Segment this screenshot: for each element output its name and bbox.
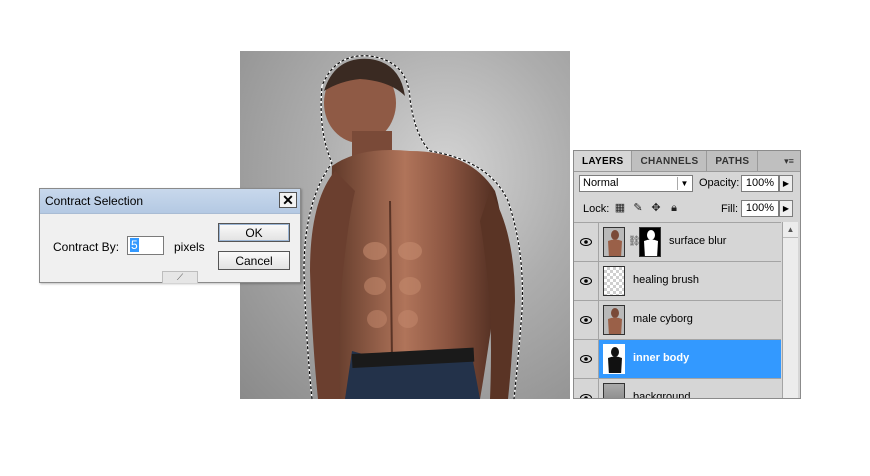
layer-male-cyborg[interactable]: male cyborg: [574, 300, 781, 339]
eye-icon[interactable]: [574, 262, 599, 300]
layers-panel: LAYERS CHANNELS PATHS ▾≡ Normal ▼ Opacit…: [573, 150, 801, 399]
layer-surface-blur[interactable]: ⛓ surface blur: [574, 222, 781, 261]
layer-healing-brush[interactable]: healing brush: [574, 261, 781, 300]
layer-thumbnail: [603, 227, 625, 257]
close-icon[interactable]: ✕: [279, 192, 297, 208]
tab-layers[interactable]: LAYERS: [574, 151, 633, 171]
panel-tabs: LAYERS CHANNELS PATHS ▾≡: [574, 151, 800, 172]
contract-by-value: 5: [130, 238, 139, 252]
opacity-input[interactable]: 100%: [741, 175, 779, 192]
layer-name: male cyborg: [633, 313, 693, 325]
tab-channels[interactable]: CHANNELS: [632, 151, 708, 171]
opacity-label: Opacity:: [699, 177, 740, 189]
layers-list: ⛓ surface blur healing brush male cyborg: [574, 222, 781, 399]
fill-input[interactable]: 100%: [741, 200, 779, 217]
dialog-title: Contract Selection: [40, 189, 300, 214]
scroll-up-icon[interactable]: ▲: [783, 222, 798, 238]
lock-move-icon[interactable]: ✥: [650, 202, 662, 214]
layer-thumbnail: [603, 266, 625, 296]
eye-icon[interactable]: [574, 301, 599, 339]
layer-name: background: [633, 391, 691, 399]
layer-name: inner body: [633, 352, 690, 364]
eye-icon[interactable]: [574, 379, 599, 398]
lock-transparent-icon[interactable]: ▦: [614, 202, 626, 214]
layers-scrollbar[interactable]: ▲: [782, 222, 798, 398]
layer-thumbnail: [603, 305, 625, 335]
layer-thumbnail: [603, 383, 625, 398]
blend-mode-select[interactable]: Normal ▼: [579, 175, 693, 192]
layer-thumbnail: [603, 344, 625, 374]
contract-by-label: Contract By:: [53, 240, 120, 254]
ok-button[interactable]: OK: [218, 223, 290, 242]
lock-paint-icon[interactable]: ✎: [632, 202, 644, 214]
eye-icon[interactable]: [574, 340, 599, 378]
tab-paths[interactable]: PATHS: [707, 151, 759, 171]
lock-label: Lock:: [583, 203, 610, 215]
contract-by-input[interactable]: 5: [127, 236, 164, 255]
opacity-arrow-icon[interactable]: ▶: [779, 175, 793, 192]
unit-label: pixels: [174, 240, 205, 254]
resize-grip-icon[interactable]: ⟋: [162, 271, 198, 283]
blend-mode-value: Normal: [583, 177, 619, 189]
fill-arrow-icon[interactable]: ▶: [779, 200, 793, 217]
contract-selection-dialog: Contract Selection ✕ Contract By: 5 pixe…: [39, 188, 301, 283]
eye-icon[interactable]: [574, 223, 599, 261]
fill-label: Fill:: [721, 203, 739, 215]
layer-name: surface blur: [669, 235, 727, 247]
layer-mask-thumbnail[interactable]: [639, 227, 661, 257]
panel-menu-icon[interactable]: ▾≡: [778, 151, 800, 171]
cancel-button[interactable]: Cancel: [218, 251, 290, 270]
chevron-down-icon: ▼: [677, 177, 691, 190]
layer-inner-body[interactable]: inner body: [574, 339, 781, 378]
lock-all-icon[interactable]: 🔒︎: [668, 202, 680, 214]
layer-background[interactable]: background: [574, 378, 781, 399]
layer-name: healing brush: [633, 274, 700, 286]
